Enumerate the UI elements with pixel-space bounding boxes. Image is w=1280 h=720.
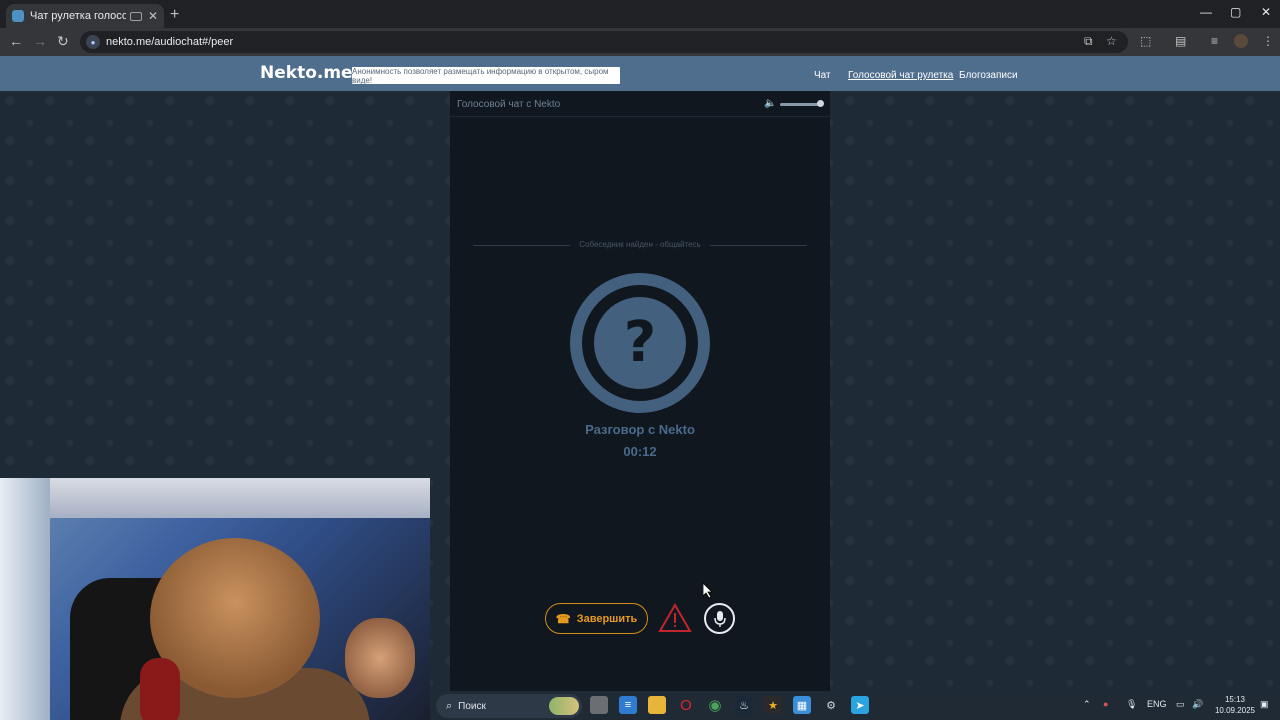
photos-app-icon[interactable]: ▦ [793,696,811,714]
browser-toolbar: ← → ↻ ● nekto.me/audiochat#/peer ⧉ ☆ ⬚ ▤… [0,28,1280,56]
site-header: Nekto.me Анонимность позволяет размещать… [0,56,1280,91]
microphone-button[interactable] [704,603,735,634]
clock-date: 10.09.2025 [1214,706,1256,715]
notifications-icon[interactable]: ▣ [1260,699,1269,710]
webcam-ceiling [0,478,430,518]
hang-up-phone-icon: ☎ [555,611,571,626]
bookmark-star-icon[interactable]: ☆ [1106,34,1117,48]
mouse-cursor-icon [703,583,713,599]
notepad-app-icon[interactable]: ≡ [619,696,637,714]
site-logo[interactable]: Nekto.me [260,63,353,83]
extensions-icon[interactable]: ⬚ [1140,34,1151,48]
side-panel-icon[interactable]: ▤ [1175,34,1186,48]
star-app-icon[interactable]: ★ [764,696,782,714]
status-text: Собеседник найден - общайтесь [570,240,710,249]
clock-time: 15:13 [1224,695,1246,704]
tray-network-icon[interactable]: ▭ [1176,699,1185,710]
task-view-icon[interactable] [590,696,608,714]
voice-chat-panel: Голосовой чат с Nekto 🔈 Собеседник найде… [450,91,830,691]
peer-avatar-inner: ? [594,297,686,389]
forward-arrow-icon[interactable]: → [33,33,47,49]
steam-app-icon[interactable]: ♨ [735,696,753,714]
maximize-window-button[interactable]: ▢ [1230,5,1241,19]
chrome-browser-icon[interactable]: ◉ [706,696,724,714]
telegram-app-icon[interactable]: ➤ [851,696,869,714]
opera-browser-icon[interactable]: O [677,696,695,714]
address-bar[interactable]: ● nekto.me/audiochat#/peer [80,31,1128,53]
question-mark-icon: ? [623,310,657,375]
media-controls-icon[interactable]: ≡ [1211,34,1218,48]
webcam-overlay [0,478,430,720]
tab-audio-icon[interactable] [129,11,142,21]
browser-tab[interactable]: Чат рулетка голосовая — Nekto.me ✕ [6,4,164,28]
minimize-window-button[interactable]: — [1200,5,1212,19]
browser-tabstrip: Чат рулетка голосовая — Nekto.me ✕ + — ▢… [0,0,1280,28]
tab-close-icon[interactable]: ✕ [148,9,158,23]
site-notice: Анонимность позволяет размещать информац… [352,67,620,85]
site-info-icon[interactable]: ● [86,35,100,49]
conversation-label: Разговор с Nekto [585,422,695,437]
volume-slider-knob[interactable] [817,100,824,107]
tray-language[interactable]: ENG [1147,699,1167,709]
end-call-label: Завершить [576,612,638,625]
end-call-button[interactable]: ☎ Завершить [545,603,648,634]
reload-icon[interactable]: ↻ [57,33,69,50]
webcam-second-person [345,618,415,698]
back-arrow-icon[interactable]: ← [9,33,23,49]
nav-voice-roulette[interactable]: Голосовой чат рулетка [848,70,953,81]
profile-avatar[interactable] [1234,34,1248,48]
nav-blog[interactable]: Блогозаписи [959,70,1018,81]
nav-chat[interactable]: Чат [814,70,831,81]
webcam-microphone [140,658,180,720]
search-highlight-image [549,697,579,715]
file-explorer-icon[interactable] [648,696,666,714]
settings-gear-icon[interactable]: ⚙ [822,696,840,714]
install-app-icon[interactable]: ⧉ [1084,34,1093,49]
os-taskbar: ⌕ Поиск ≡ O ◉ ♨ ★ ▦ ⚙ ➤ ⌃ ● 🎙 ENG ▭ 🔊 15… [430,691,1280,720]
site-favicon-icon [12,10,24,22]
taskbar-clock[interactable]: 15:13 10.09.2025 [1210,694,1260,716]
browser-menu-icon[interactable]: ⋮ [1262,34,1274,48]
volume-icon[interactable]: 🔈 [764,98,776,109]
tray-volume-icon[interactable]: 🔊 [1192,699,1203,710]
search-icon: ⌕ [446,699,453,712]
tray-app-icon[interactable]: ● [1103,699,1108,709]
tray-microphone-icon[interactable]: 🎙 [1126,699,1137,710]
address-url[interactable]: nekto.me/audiochat#/peer [106,36,233,48]
microphone-icon [713,610,726,627]
report-warning-icon[interactable] [658,603,692,633]
volume-slider[interactable] [780,103,820,106]
webcam-window [0,478,50,720]
call-timer: 00:12 [623,444,657,459]
panel-title: Голосовой чат с Nekto [457,99,561,110]
tray-chevron-icon[interactable]: ⌃ [1083,699,1091,710]
panel-header: Голосовой чат с Nekto 🔈 [450,91,830,117]
tab-title: Чат рулетка голосовая — Nekto.me [30,10,126,22]
close-window-button[interactable]: ✕ [1261,5,1271,19]
taskbar-search[interactable]: ⌕ Поиск [436,694,582,718]
taskbar-search-label: Поиск [458,700,486,712]
new-tab-button[interactable]: + [170,6,179,24]
